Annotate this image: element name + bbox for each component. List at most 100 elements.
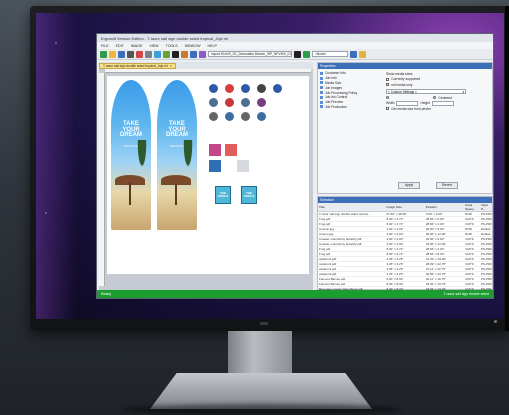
print-icon[interactable] (127, 50, 134, 58)
flag-headline-2: TAKE YOUR DREAM (166, 121, 188, 139)
coaster-thumbnail[interactable] (209, 112, 218, 121)
menu-image[interactable]: IMAGE (131, 44, 143, 48)
folder-icon (320, 100, 323, 104)
photo-thumbnail[interactable] (209, 160, 221, 172)
column-header-color-space[interactable]: Color Space (464, 203, 480, 212)
radio-button[interactable] (433, 96, 437, 100)
coaster-thumbnail[interactable] (209, 98, 218, 107)
crop-icon[interactable] (172, 50, 179, 58)
pools-card[interactable]: THE POOLS (241, 186, 257, 204)
status-job: T-razor sail sign double sided (443, 292, 489, 296)
document-tabs: T-razor sail sign double sided tropical_… (99, 62, 313, 69)
open-folder-icon[interactable] (109, 50, 116, 58)
properties-header: Properties (318, 63, 492, 69)
column-header-input-profile[interactable]: Input P... (479, 203, 492, 212)
delete-icon[interactable] (136, 50, 143, 58)
monitor-logo (260, 322, 268, 325)
apply-button[interactable]: Apply (398, 182, 420, 189)
table-cell: PS-PDF (479, 246, 492, 252)
photo-thumbnail[interactable] (237, 160, 249, 172)
radio-button[interactable] (386, 96, 390, 100)
sail-flag-left[interactable]: TAKE YOUR DREAM VACATION (111, 80, 151, 230)
menu-view[interactable]: VIEW (149, 44, 158, 48)
table-cell: PS-PDF (479, 281, 492, 287)
menu-window[interactable]: WINDOW (185, 44, 201, 48)
color-icon[interactable] (199, 50, 206, 58)
table-cell: PS-PDF (479, 266, 492, 272)
table-cell: PS-PDF (479, 221, 492, 227)
coaster-thumbnail[interactable] (241, 84, 250, 93)
coaster-thumbnail[interactable] (209, 84, 218, 93)
column-header-title[interactable]: Title (318, 203, 386, 212)
coaster-thumbnail[interactable] (257, 98, 266, 107)
table-cell: Default (479, 231, 492, 237)
pools-card[interactable]: THE POOLS (215, 186, 231, 204)
coaster-thumbnail[interactable] (257, 84, 266, 93)
properties-panel: Properties Customer Info Job Info Media … (317, 62, 493, 194)
width-field[interactable] (396, 100, 419, 106)
table-row[interactable]: T-razor sail sign double sided tropica..… (318, 211, 492, 217)
horizontal-ruler (105, 69, 311, 73)
coaster-thumbnail[interactable] (225, 98, 234, 107)
column-header-position[interactable]: Position (424, 203, 465, 212)
checkbox (386, 107, 390, 111)
cut-icon[interactable] (145, 50, 152, 58)
app-window: Ergosoft Version Edition - T-razor sail … (96, 33, 494, 299)
photo-thumbnail[interactable] (209, 144, 221, 156)
search-input[interactable]: <None> (312, 51, 348, 57)
coaster-thumbnail[interactable] (241, 112, 250, 121)
menu-tools[interactable]: TOOLS (166, 44, 178, 48)
table-cell: PS-PDF (479, 236, 492, 242)
chevron-down-icon: ▾ (462, 89, 464, 94)
layout-icon[interactable] (190, 50, 197, 58)
folder-icon (320, 76, 323, 80)
rotate-icon[interactable] (181, 50, 188, 58)
folder-icon (320, 71, 323, 75)
job-selector[interactable]: Import 80.640_SC_Decoration Banner_ISP_N… (208, 51, 292, 57)
height-field[interactable] (431, 100, 454, 106)
coaster-thumbnail[interactable] (241, 98, 250, 107)
stand-shadow (120, 404, 402, 415)
media-size-select[interactable]: < Custom Settings > ▾ (386, 88, 466, 94)
roll-media-only-option[interactable]: roll media only (386, 82, 489, 88)
coaster-thumbnail[interactable] (225, 84, 234, 93)
main-toolbar: Import 80.640_SC_Decoration Banner_ISP_N… (97, 49, 493, 60)
go-icon[interactable] (303, 50, 310, 58)
add-icon[interactable] (100, 50, 107, 58)
layout-canvas[interactable]: T-razor sail sign double sided tropical_… (99, 62, 313, 290)
table-cell: Default (479, 226, 492, 232)
coaster-thumbnail[interactable] (225, 112, 234, 121)
photo-thumbnail[interactable] (225, 144, 237, 156)
menu-bar: FILE EDIT IMAGE VIEW TOOLS WINDOW HELP (97, 42, 493, 49)
move-icon[interactable] (163, 50, 170, 58)
coaster-thumbnail[interactable] (273, 84, 282, 93)
coaster-thumbnail[interactable] (257, 112, 266, 121)
table-cell: PS-PDF (479, 211, 492, 217)
media-from-printer-option[interactable]: Get media size from printer (386, 106, 489, 112)
revert-button[interactable]: Revert (436, 182, 458, 189)
table-cell: PS-PDF (479, 271, 492, 277)
vertical-ruler (99, 73, 105, 286)
folder-icon (320, 81, 323, 85)
zoom-icon[interactable] (350, 50, 357, 58)
selection-panel: Selection Title Image Size Position Colo… (317, 196, 493, 297)
settings-icon[interactable] (294, 50, 301, 58)
save-icon[interactable] (118, 50, 125, 58)
column-header-image-size[interactable]: Image Size (385, 203, 425, 212)
table-cell: PS-PDF (479, 216, 492, 222)
table-cell: PS-PDF (479, 261, 492, 267)
close-tab-icon[interactable]: ✕ (170, 64, 173, 68)
menu-file[interactable]: FILE (101, 44, 109, 48)
status-bar: Ready T-razor sail sign double sided (97, 290, 493, 298)
media-page[interactable]: TAKE YOUR DREAM VACATION TAKE YOUR DREAM… (107, 76, 309, 274)
help-icon[interactable] (359, 50, 366, 58)
select-icon[interactable] (154, 50, 161, 58)
tree-item-job-production[interactable]: Job Production (320, 105, 382, 110)
media-size-form: Show media sizes Currently supported rol… (386, 71, 489, 112)
menu-help[interactable]: HELP (207, 44, 216, 48)
selection-table: Title Image Size Position Color Space In… (318, 203, 492, 297)
sail-flag-right[interactable]: TAKE YOUR DREAM VACATION (157, 80, 197, 230)
title-bar: Ergosoft Version Edition - T-razor sail … (97, 34, 493, 42)
table-cell: PS-PDF (479, 256, 492, 262)
menu-edit[interactable]: EDIT (116, 44, 124, 48)
